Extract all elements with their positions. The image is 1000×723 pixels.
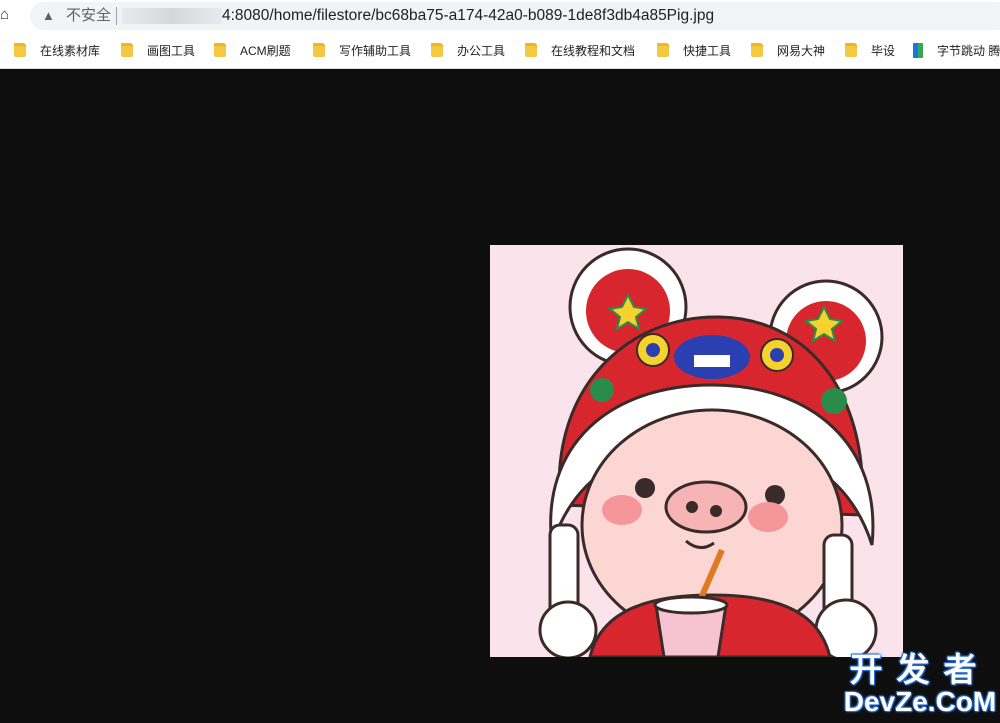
hat-right-pupil	[770, 348, 784, 362]
folder-icon	[121, 43, 133, 57]
bookmark-label: ACM刷题	[240, 43, 291, 58]
hat-left-pupil	[646, 343, 660, 357]
hat-left-flower-icon	[590, 378, 614, 402]
watermark-english: DevZe.CoM	[843, 686, 997, 717]
folder-icon	[525, 43, 537, 57]
bookmark-label: 快捷工具	[683, 43, 732, 58]
bookmark-label: 办公工具	[457, 43, 506, 58]
bookmark-folder[interactable]: 在线教程和文档	[525, 40, 635, 60]
bookmark-label: 画图工具	[147, 43, 196, 58]
bookmark-folder[interactable]: 画图工具	[121, 40, 195, 60]
bookmark-folder[interactable]: 快捷工具	[657, 40, 731, 60]
warning-triangle-icon[interactable]: ▲	[42, 8, 58, 24]
folder-icon	[14, 43, 26, 57]
folder-icon	[657, 43, 669, 57]
pig-right-cheek	[748, 502, 788, 532]
pig-right-nostril	[710, 505, 722, 517]
masked-host	[122, 8, 222, 24]
bookmark-label: 在线教程和文档	[551, 43, 636, 58]
pig-left-eye	[635, 478, 655, 498]
watermark-chinese: 开发者	[849, 651, 991, 688]
left-pompom	[538, 600, 598, 657]
bookmark-label: 毕设	[871, 43, 896, 58]
bookmark-label: 字节跳动 腾	[937, 43, 1000, 58]
bookmark-folder[interactable]: 在线素材库	[14, 40, 100, 60]
bookmarks-bar: 在线素材库 画图工具 ACM刷题 写作辅助工具 办公工具 在线教程和文档 快捷工…	[0, 32, 1000, 69]
pig-left-nostril	[686, 501, 698, 513]
bookmark-label: 网易大神	[777, 43, 826, 58]
folder-icon	[313, 43, 325, 57]
bookmark-folder[interactable]: 网易大神	[751, 40, 825, 60]
security-status[interactable]: 不安全	[66, 6, 111, 26]
home-icon[interactable]: ⌂	[0, 6, 14, 24]
hat-teeth	[694, 355, 730, 367]
bookmark-app[interactable]: 字节跳动 腾	[913, 40, 1000, 60]
pig-left-cheek	[602, 495, 642, 525]
omnibox[interactable]: ▲ 不安全 4:8080/home/filestore/bc68ba75-a17…	[30, 2, 1000, 30]
folder-icon	[845, 43, 857, 57]
bookmark-folder[interactable]: ACM刷题	[214, 40, 291, 60]
address-bar: ⌂ ▲ 不安全 4:8080/home/filestore/bc68ba75-a…	[0, 0, 1000, 32]
drink-lid	[653, 595, 729, 615]
bookmark-folder[interactable]: 写作辅助工具	[313, 40, 411, 60]
hat-right-flower-icon	[821, 388, 847, 414]
site-watermark: 开发者 DevZe.CoM	[840, 652, 1000, 722]
bookmark-label: 写作辅助工具	[339, 43, 412, 58]
url-text[interactable]: 4:8080/home/filestore/bc68ba75-a174-42a0…	[222, 6, 714, 26]
bookmark-folder[interactable]: 毕设	[845, 40, 895, 60]
folder-icon	[431, 43, 443, 57]
pig-illustration	[538, 247, 884, 657]
pig-snout	[664, 480, 748, 534]
bookmark-folder[interactable]: 办公工具	[431, 40, 505, 60]
folder-icon	[214, 43, 226, 57]
bookmark-label: 在线素材库	[40, 43, 101, 58]
folder-icon	[751, 43, 763, 57]
pig-image[interactable]	[490, 245, 903, 657]
app-icon	[913, 42, 923, 58]
omnibox-divider	[116, 7, 117, 25]
